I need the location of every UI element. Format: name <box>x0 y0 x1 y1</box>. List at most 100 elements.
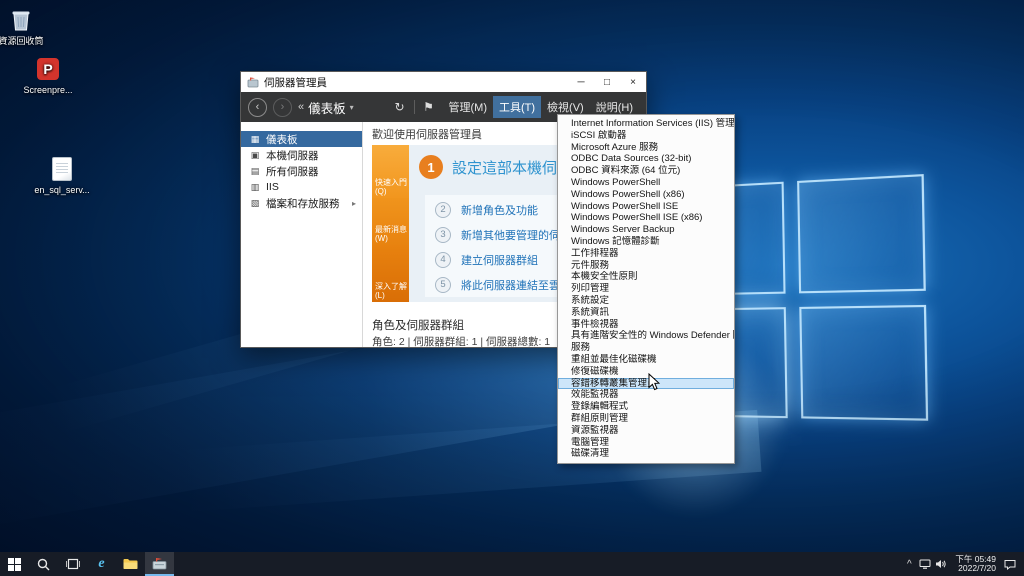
step-number: 4 <box>435 251 451 268</box>
system-tray: ^ 下午 05:49 2022/7/20 <box>901 552 1024 576</box>
tools-menu-item[interactable]: iSCSI 啟動器 <box>558 130 734 142</box>
tools-menu-item[interactable]: 具有進階安全性的 Windows Defender 防火牆 <box>558 330 734 342</box>
sidebar-item-icon: ▤ <box>250 165 260 176</box>
tools-menu-item[interactable]: Windows PowerShell ISE <box>558 201 734 213</box>
quickstart-block[interactable]: 深入了解(L) <box>372 245 409 302</box>
quickstart-label: 快速入門(Q) <box>375 178 407 196</box>
hidden-icons-chevron[interactable]: ^ <box>901 559 917 570</box>
internet-explorer-icon: e <box>98 556 105 571</box>
step-link[interactable]: 建立伺服器群組 <box>461 252 538 268</box>
search-button[interactable] <box>29 552 58 576</box>
recycle-bin-icon <box>8 7 34 33</box>
breadcrumb[interactable]: « 儀表板 ▾ <box>298 98 354 117</box>
tools-menu-item[interactable]: 磁碟清理 <box>558 448 734 460</box>
sidebar-item-label: 所有伺服器 <box>266 165 319 178</box>
quickstart-strip: 快速入門(Q) 最新消息(W) 深入了解(L) <box>372 145 409 302</box>
file-icon <box>49 156 75 182</box>
windows-start-icon <box>8 557 21 571</box>
titlebar[interactable]: 伺服器管理員 ─ □ × <box>241 72 646 92</box>
tools-menu-item[interactable]: 工作排程器 <box>558 248 734 260</box>
tools-dropdown-menu: Internet Information Services (IIS) 管理員 … <box>557 114 735 465</box>
tools-menu-item[interactable]: Windows PowerShell <box>558 177 734 189</box>
close-button[interactable]: × <box>620 72 646 92</box>
sidebar-item-icon: ▧ <box>250 197 260 208</box>
quickstart-label: 深入了解(L) <box>375 282 407 300</box>
file-explorer-icon <box>123 559 138 569</box>
sidebar-item-icon: ▦ <box>250 133 260 144</box>
sidebar-item[interactable]: ▦ 儀表板 <box>241 131 362 147</box>
sidebar-item-icon: ▣ <box>250 149 260 160</box>
tools-menu-item[interactable]: 元件服務 <box>558 260 734 272</box>
internet-explorer-button[interactable]: e <box>87 552 116 576</box>
tools-menu-item[interactable]: 電腦管理 <box>558 437 734 449</box>
sidebar-item-label: 檔案和存放服務 <box>266 197 340 210</box>
start-button[interactable] <box>0 552 29 576</box>
recycle-bin-desktop-icon[interactable]: 資源回收筒 <box>0 7 50 46</box>
action-center-icon[interactable] <box>1002 559 1018 570</box>
tools-menu-item[interactable]: 本機安全性原則 <box>558 271 734 283</box>
screenpresso-desktop-icon[interactable]: P Screenpre... <box>19 56 77 95</box>
sidebar-item[interactable]: ▣ 本機伺服器 <box>241 147 362 163</box>
sql-server-file-desktop-icon[interactable]: en_sql_serv... <box>33 156 91 195</box>
task-view-button[interactable] <box>58 552 87 576</box>
sidebar-item[interactable]: ▧ 檔案和存放服務 ▸ <box>241 195 362 211</box>
tools-menu-item[interactable]: Microsoft Azure 服務 <box>558 142 734 154</box>
sidebar-item[interactable]: ▤ 所有伺服器 <box>241 163 362 179</box>
sidebar-item-label: 儀表板 <box>266 133 298 146</box>
chevron-down-icon: ▾ <box>349 102 354 112</box>
tools-menu-item[interactable]: 事件檢視器 <box>558 319 734 331</box>
taskbar: e ^ 下午 05:49 2022/7/20 <box>0 552 1024 576</box>
tools-menu-item[interactable]: Internet Information Services (IIS) 管理員 <box>558 118 734 130</box>
window-title: 伺服器管理員 <box>264 76 327 89</box>
tools-menu-item[interactable]: 系統資訊 <box>558 307 734 319</box>
minimize-button[interactable]: ─ <box>568 72 594 92</box>
tools-menu-item[interactable]: 列印管理 <box>558 283 734 295</box>
quickstart-block[interactable]: 最新消息(W) <box>372 198 409 245</box>
tools-menu-item[interactable]: Windows Server Backup <box>558 224 734 236</box>
step-number: 5 <box>435 276 451 293</box>
file-explorer-button[interactable] <box>116 552 145 576</box>
tools-menu-item[interactable]: 資源監視器 <box>558 425 734 437</box>
tools-menu-item[interactable]: 服務 <box>558 342 734 354</box>
breadcrumb-current: 儀表板 <box>308 101 346 116</box>
tools-menu-item[interactable]: 效能監視器 <box>558 389 734 401</box>
forward-button[interactable]: › <box>273 97 292 117</box>
tools-menu-item[interactable]: 群組原則管理 <box>558 413 734 425</box>
server-manager-icon <box>152 557 167 569</box>
task-view-icon <box>65 558 80 570</box>
tools-menu-item[interactable]: Windows PowerShell (x86) <box>558 189 734 201</box>
tools-menu-item[interactable]: ODBC Data Sources (32-bit) <box>558 153 734 165</box>
desktop-icon-label: Screenpre... <box>23 85 73 95</box>
tools-menu-item[interactable]: 容錯移轉叢集管理員 <box>558 377 734 390</box>
tools-menu-item[interactable]: Windows 記憶體診斷 <box>558 236 734 248</box>
tools-menu-item[interactable]: 重組並最佳化磁碟機 <box>558 354 734 366</box>
roles-summary: 角色: 2 | 伺服器群組: 1 | 伺服器總數: 1 <box>372 336 551 348</box>
server-manager-taskbar-button[interactable] <box>145 552 174 576</box>
server-manager-app-icon <box>247 76 259 88</box>
menubar-item[interactable]: 管理(M) <box>443 96 494 118</box>
taskbar-clock[interactable]: 下午 05:49 2022/7/20 <box>949 554 1002 574</box>
screenpresso-icon: P <box>35 56 61 82</box>
desktop-icon-label: en_sql_serv... <box>34 185 90 195</box>
sidebar-item-label: 本機伺服器 <box>266 149 319 162</box>
tools-menu-item[interactable]: 修復磁碟機 <box>558 366 734 378</box>
back-button[interactable]: ‹ <box>248 97 267 117</box>
maximize-button[interactable]: □ <box>594 72 620 92</box>
roles-section-heading: 角色及伺服器群組 <box>372 320 464 332</box>
step-link[interactable]: 新增角色及功能 <box>461 202 538 218</box>
tools-menu-item[interactable]: ODBC 資料來源 (64 位元) <box>558 165 734 177</box>
quickstart-label: 最新消息(W) <box>375 225 407 243</box>
volume-icon[interactable] <box>933 559 949 569</box>
tools-menu-item[interactable]: 系統設定 <box>558 295 734 307</box>
welcome-heading: 歡迎使用伺服器管理員 <box>372 129 482 141</box>
notifications-flag-icon[interactable]: ⚑ <box>421 100 437 114</box>
tools-menu-item[interactable]: Windows PowerShell ISE (x86) <box>558 212 734 224</box>
menubar-item[interactable]: 工具(T) <box>493 96 542 118</box>
network-icon[interactable] <box>917 559 933 569</box>
refresh-icon[interactable]: ↻ <box>392 100 408 114</box>
sidebar-item[interactable]: ▥ IIS <box>241 179 362 195</box>
clock-date: 2022/7/20 <box>958 563 996 573</box>
sidebar-nav: ▦ 儀表板 ▣ 本機伺服器 ▤ 所有伺服器 ▥ IIS ▧ 檔案和存放服務 ▸ <box>241 122 363 347</box>
tools-menu-item[interactable]: 登錄編輯程式 <box>558 401 734 413</box>
quickstart-block[interactable]: 快速入門(Q) <box>372 145 409 198</box>
